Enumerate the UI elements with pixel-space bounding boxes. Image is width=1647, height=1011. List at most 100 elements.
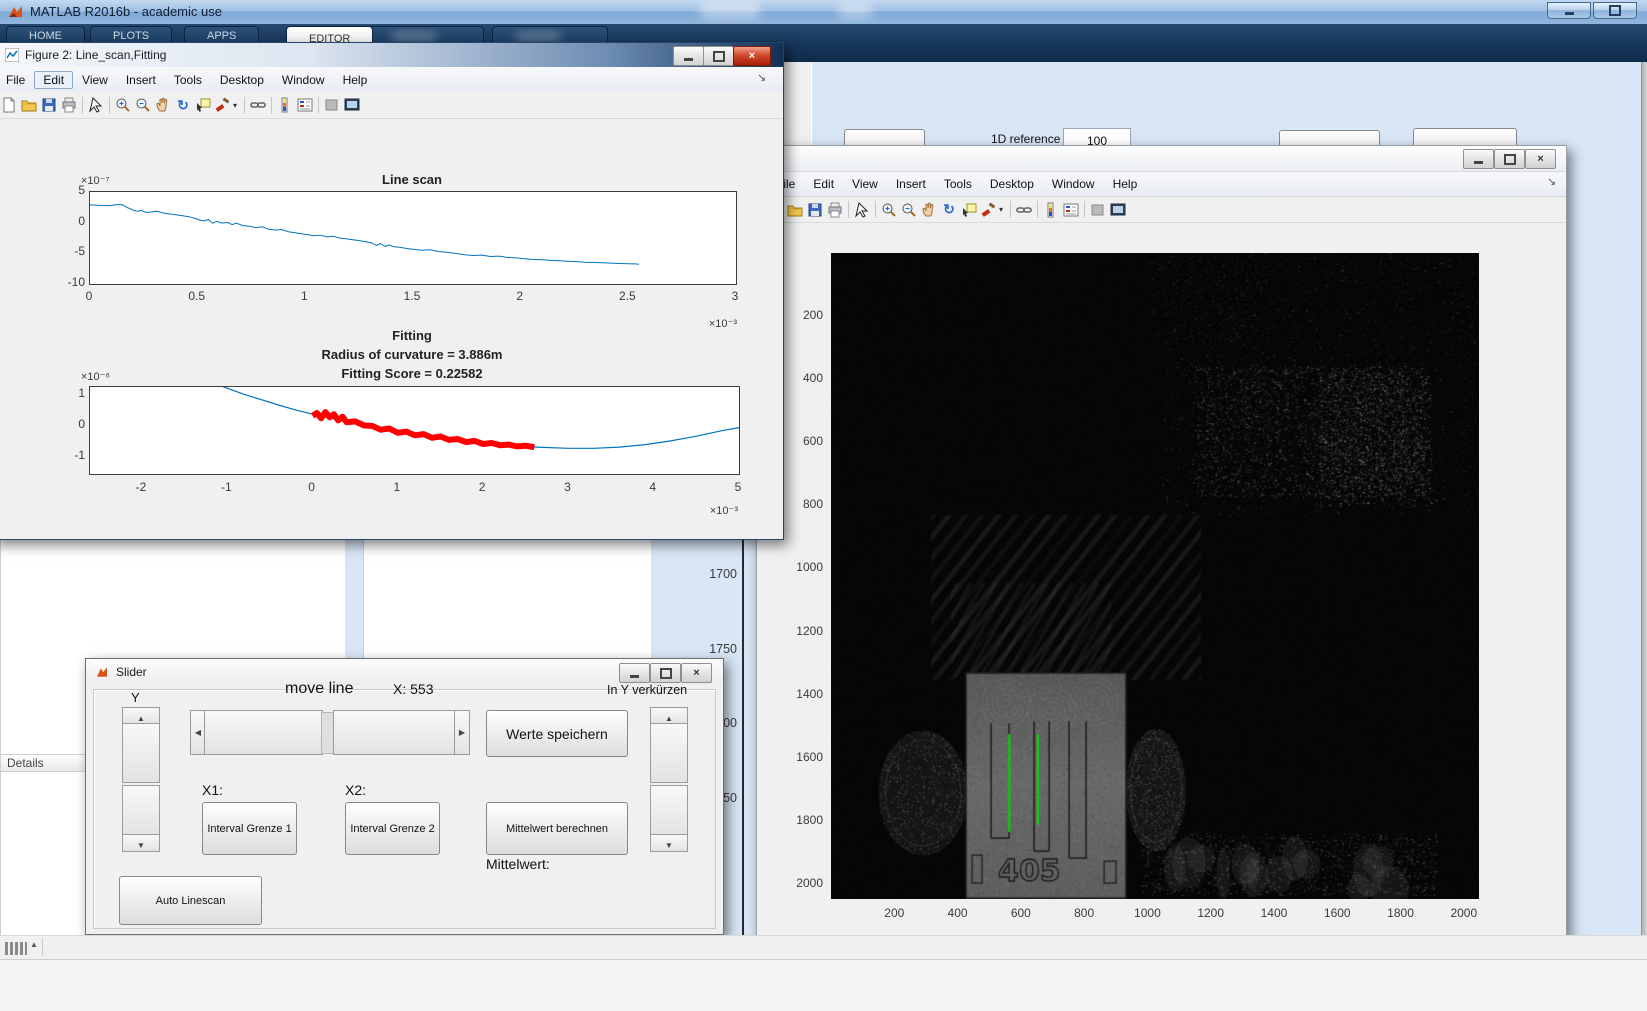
slider-minimize-button[interactable] (619, 663, 650, 683)
colorbar-icon[interactable] (1041, 200, 1061, 219)
dropdown-arrow-icon[interactable]: ▾ (233, 101, 241, 110)
micrograph-image[interactable] (831, 253, 1479, 899)
menu-view[interactable]: View (73, 71, 117, 89)
link-icon[interactable] (248, 96, 268, 115)
fig2-restore-button[interactable] (703, 46, 734, 66)
monitor-icon[interactable] (1108, 200, 1128, 219)
menu-help[interactable]: Help (334, 71, 377, 89)
print-icon[interactable] (59, 96, 79, 115)
colorbar-icon[interactable] (275, 96, 295, 115)
y-axis-label: Y (131, 690, 140, 705)
tick-label: 0 (78, 417, 85, 431)
matlab-logo-icon (9, 6, 22, 17)
calc-mean-button[interactable]: Mittelwert berechnen (486, 802, 628, 855)
hand-icon[interactable] (153, 96, 173, 115)
y-slider-thumb[interactable] (122, 723, 160, 783)
graysq-icon[interactable] (1088, 200, 1108, 219)
menu-insert[interactable]: Insert (117, 71, 165, 89)
menu-file[interactable]: File (0, 71, 34, 89)
slider-right-arrow[interactable]: ▶ (454, 710, 470, 755)
floppy-icon[interactable] (39, 96, 59, 115)
slider-thumb-2[interactable] (333, 710, 456, 755)
main-restore-button[interactable] (1593, 2, 1637, 19)
fitting-x-exponent: ×10⁻³ (709, 505, 738, 517)
interval-limit-2-button[interactable]: Interval Grenze 2 (345, 802, 440, 855)
screen: MATLAB R2016b - academic use HOME PLOTS AP… (0, 0, 1647, 1011)
main-minimize-button[interactable] (1547, 2, 1591, 19)
save-values-button[interactable]: Werte speichern (486, 710, 628, 757)
main-window-titlebar[interactable]: MATLAB R2016b - academic use (0, 0, 1647, 26)
menu-window[interactable]: Window (1043, 175, 1104, 193)
slider-restore-button[interactable] (650, 663, 681, 683)
dropdown-arrow-icon[interactable]: ▾ (999, 205, 1007, 214)
y2-slider-down-arrow[interactable]: ▼ (650, 834, 688, 852)
slider-thumb-1[interactable] (204, 710, 323, 755)
legend-icon[interactable] (1061, 200, 1081, 219)
cursor-icon[interactable] (852, 200, 872, 219)
status-grip-icon[interactable] (5, 942, 27, 955)
tick-label: 1800 (1387, 906, 1414, 920)
zoomin-icon[interactable] (113, 96, 133, 115)
y2-slider-track[interactable] (650, 785, 688, 836)
figure2-titlebar[interactable]: Figure 2: Line_scan,Fitting (0, 43, 783, 67)
datacursor-icon[interactable] (959, 200, 979, 219)
datacursor-icon[interactable] (193, 96, 213, 115)
figimg-close-button[interactable]: × (1525, 149, 1556, 169)
figure-image-titlebar[interactable]: d (757, 146, 1566, 172)
menu-edit[interactable]: Edit (34, 70, 74, 89)
status-bar: ▲ (0, 935, 1647, 1011)
y-slider-right[interactable]: ▲ ▼ (650, 707, 688, 852)
figure-image-window: d × FileEditViewInsertToolsDesktopWindow… (756, 145, 1567, 960)
menu-desktop[interactable]: Desktop (981, 175, 1043, 193)
graysq-icon[interactable] (322, 96, 342, 115)
zoomout-icon[interactable] (899, 200, 919, 219)
brush-icon[interactable] (979, 200, 999, 219)
folder-icon[interactable] (19, 96, 39, 115)
rotate-icon[interactable]: ↻ (939, 200, 959, 219)
menu-edit[interactable]: Edit (804, 175, 843, 193)
interval-limit-1-button[interactable]: Interval Grenze 1 (202, 802, 297, 855)
y-slider-track[interactable] (122, 785, 160, 836)
main-window-title: MATLAB R2016b - academic use (30, 4, 222, 19)
menu-insert[interactable]: Insert (887, 175, 935, 193)
menu-tools[interactable]: Tools (935, 175, 981, 193)
folder-icon[interactable] (785, 200, 805, 219)
zoomout-icon[interactable] (133, 96, 153, 115)
figimg-restore-button[interactable] (1494, 149, 1525, 169)
floppy-icon[interactable] (805, 200, 825, 219)
slider-close-button[interactable]: × (681, 663, 712, 683)
fig2-minimize-button[interactable] (673, 46, 704, 66)
figimg-minimize-button[interactable] (1463, 149, 1494, 169)
auto-linescan-button[interactable]: Auto Linescan (119, 876, 262, 925)
monitor-icon[interactable] (342, 96, 362, 115)
fitting-subtitle2: Fitting Score = 0.22582 (341, 366, 483, 381)
tick-label: 2000 (1450, 906, 1478, 920)
menu-help[interactable]: Help (1104, 175, 1147, 193)
dock-arrow-icon[interactable]: ↘ (757, 71, 766, 84)
print-icon[interactable] (825, 200, 845, 219)
menu-tools[interactable]: Tools (165, 71, 211, 89)
linescan-axes[interactable] (89, 191, 737, 285)
toolbar-separator (244, 96, 245, 114)
move-line-slider[interactable]: ◀ ▶ (190, 710, 470, 755)
page-icon[interactable] (0, 96, 19, 115)
status-arrow-icon[interactable]: ▲ (30, 940, 38, 949)
hand-icon[interactable] (919, 200, 939, 219)
link-icon[interactable] (1014, 200, 1034, 219)
cursor-icon[interactable] (86, 96, 106, 115)
legend-icon[interactable] (295, 96, 315, 115)
fig2-close-button[interactable]: × (733, 46, 771, 66)
menu-window[interactable]: Window (273, 71, 334, 89)
menu-view[interactable]: View (843, 175, 887, 193)
y-slider-left[interactable]: ▲ ▼ (122, 707, 160, 852)
tick-label: 4 (649, 480, 657, 494)
y-slider-down-arrow[interactable]: ▼ (122, 834, 160, 852)
y2-slider-thumb[interactable] (650, 723, 688, 783)
zoomin-icon[interactable] (879, 200, 899, 219)
brush-icon[interactable] (213, 96, 233, 115)
dock-arrow-icon[interactable]: ↘ (1547, 175, 1556, 188)
rotate-icon[interactable]: ↻ (173, 96, 193, 115)
fitting-axes[interactable] (89, 386, 740, 475)
titlebar-smudge (838, 3, 872, 17)
menu-desktop[interactable]: Desktop (211, 71, 273, 89)
